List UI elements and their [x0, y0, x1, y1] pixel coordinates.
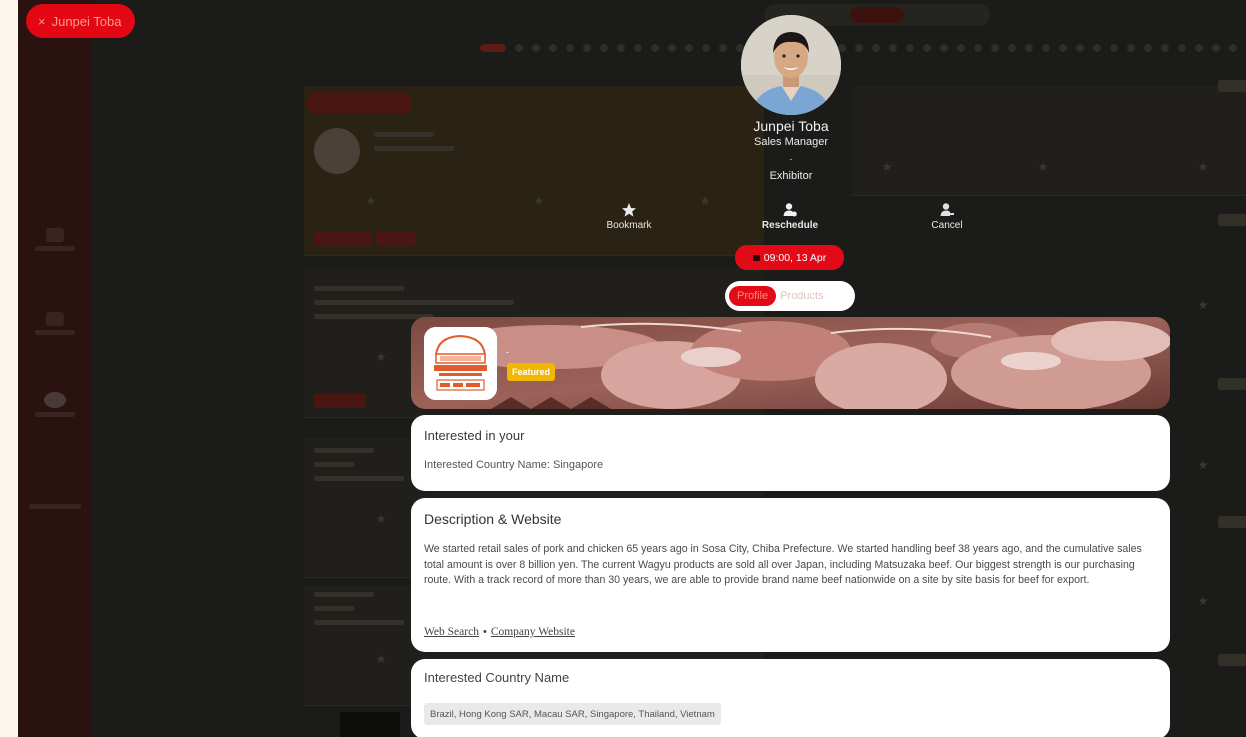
background-text — [314, 592, 374, 597]
meeting-time: 09:00, 13 Apr — [763, 251, 827, 264]
company-website-link[interactable]: Company Website — [491, 626, 575, 638]
reschedule-label: Reschedule — [761, 220, 819, 231]
background-sidebar-item — [24, 228, 86, 256]
background-tab — [1218, 80, 1246, 92]
calendar-icon — [752, 254, 760, 261]
company-logo-mark — [424, 327, 497, 400]
person-remove-icon — [940, 203, 954, 216]
background-sidebar-item — [24, 392, 86, 420]
user-pill-label: Junpei Toba — [51, 13, 122, 29]
background-button — [314, 232, 372, 246]
background-icon — [1198, 300, 1208, 310]
background-text — [314, 448, 374, 453]
background-tab — [1218, 214, 1246, 226]
profile-name: Junpei Toba — [753, 118, 829, 134]
background-sidebar-item — [24, 312, 86, 340]
description-heading: Description & Website — [424, 511, 562, 527]
description-card: Description & Website We started retail … — [411, 498, 1170, 652]
background-tab — [1218, 516, 1246, 528]
background-text — [314, 620, 404, 625]
link-separator: • — [482, 626, 487, 638]
profile-type: Exhibitor — [769, 170, 813, 182]
background-text — [314, 286, 404, 291]
star-icon — [622, 203, 636, 217]
background-icon — [1198, 460, 1208, 470]
description-links: Web Search • Company Website — [424, 626, 575, 638]
web-search-link[interactable]: Web Search — [424, 626, 479, 638]
background-text — [314, 314, 434, 319]
profile-avatar — [741, 15, 841, 115]
background-text — [374, 132, 434, 137]
background-button — [340, 712, 400, 737]
company-logo — [424, 327, 497, 400]
bookmark-button[interactable]: Bookmark — [584, 202, 674, 231]
bookmark-label: Bookmark — [606, 220, 652, 231]
background-alphabet-filter — [480, 44, 1246, 54]
background-text — [314, 300, 514, 305]
background-text — [314, 462, 354, 467]
background-card — [852, 86, 1246, 196]
app-screen: × Junpei Toba Junpei Toba Sales Manager … — [18, 0, 1246, 737]
countries-card: Interested Country Name Brazil, Hong Kon… — [411, 659, 1170, 737]
background-button — [376, 232, 416, 246]
cancel-label: Cancel — [931, 220, 963, 231]
tab-profile[interactable]: Profile — [729, 286, 777, 306]
background-tab — [1218, 378, 1246, 390]
profile-separator: - — [789, 154, 793, 164]
reschedule-button[interactable]: Reschedule — [745, 202, 835, 231]
background-icon — [1198, 596, 1208, 606]
interest-heading: Interested in your — [424, 428, 525, 443]
background-tab — [1218, 654, 1246, 666]
background-chip — [306, 92, 412, 114]
profile-title: Sales Manager — [754, 136, 828, 148]
tab-products[interactable]: Products — [780, 290, 823, 302]
background-text — [374, 146, 454, 151]
interest-card: Interested in your Interested Country Na… — [411, 415, 1170, 491]
close-profile-button[interactable]: × Junpei Toba — [26, 4, 136, 38]
countries-tag: Brazil, Hong Kong SAR, Macau SAR, Singap… — [424, 703, 721, 725]
background-text — [314, 476, 404, 481]
countries-heading: Interested Country Name — [424, 670, 570, 685]
featured-badge: Featured — [507, 363, 556, 381]
close-icon: × — [38, 13, 46, 29]
description-text: We started retail sales of pork and chic… — [424, 543, 1142, 586]
interest-text: Interested Country Name: Singapore — [424, 459, 604, 471]
background-button — [314, 394, 366, 408]
background-sidebar — [18, 0, 92, 737]
person-clock-icon — [783, 203, 797, 217]
cancel-button[interactable]: Cancel — [902, 202, 992, 231]
background-avatar — [314, 128, 360, 174]
banner-separator: - — [506, 347, 509, 357]
background-text — [314, 606, 354, 611]
person-photo-icon — [741, 15, 841, 115]
profile-tabs: Profile Products — [725, 281, 855, 311]
background-sidebar-item — [24, 500, 86, 528]
meeting-time-badge: 09:00, 13 Apr — [735, 245, 844, 270]
